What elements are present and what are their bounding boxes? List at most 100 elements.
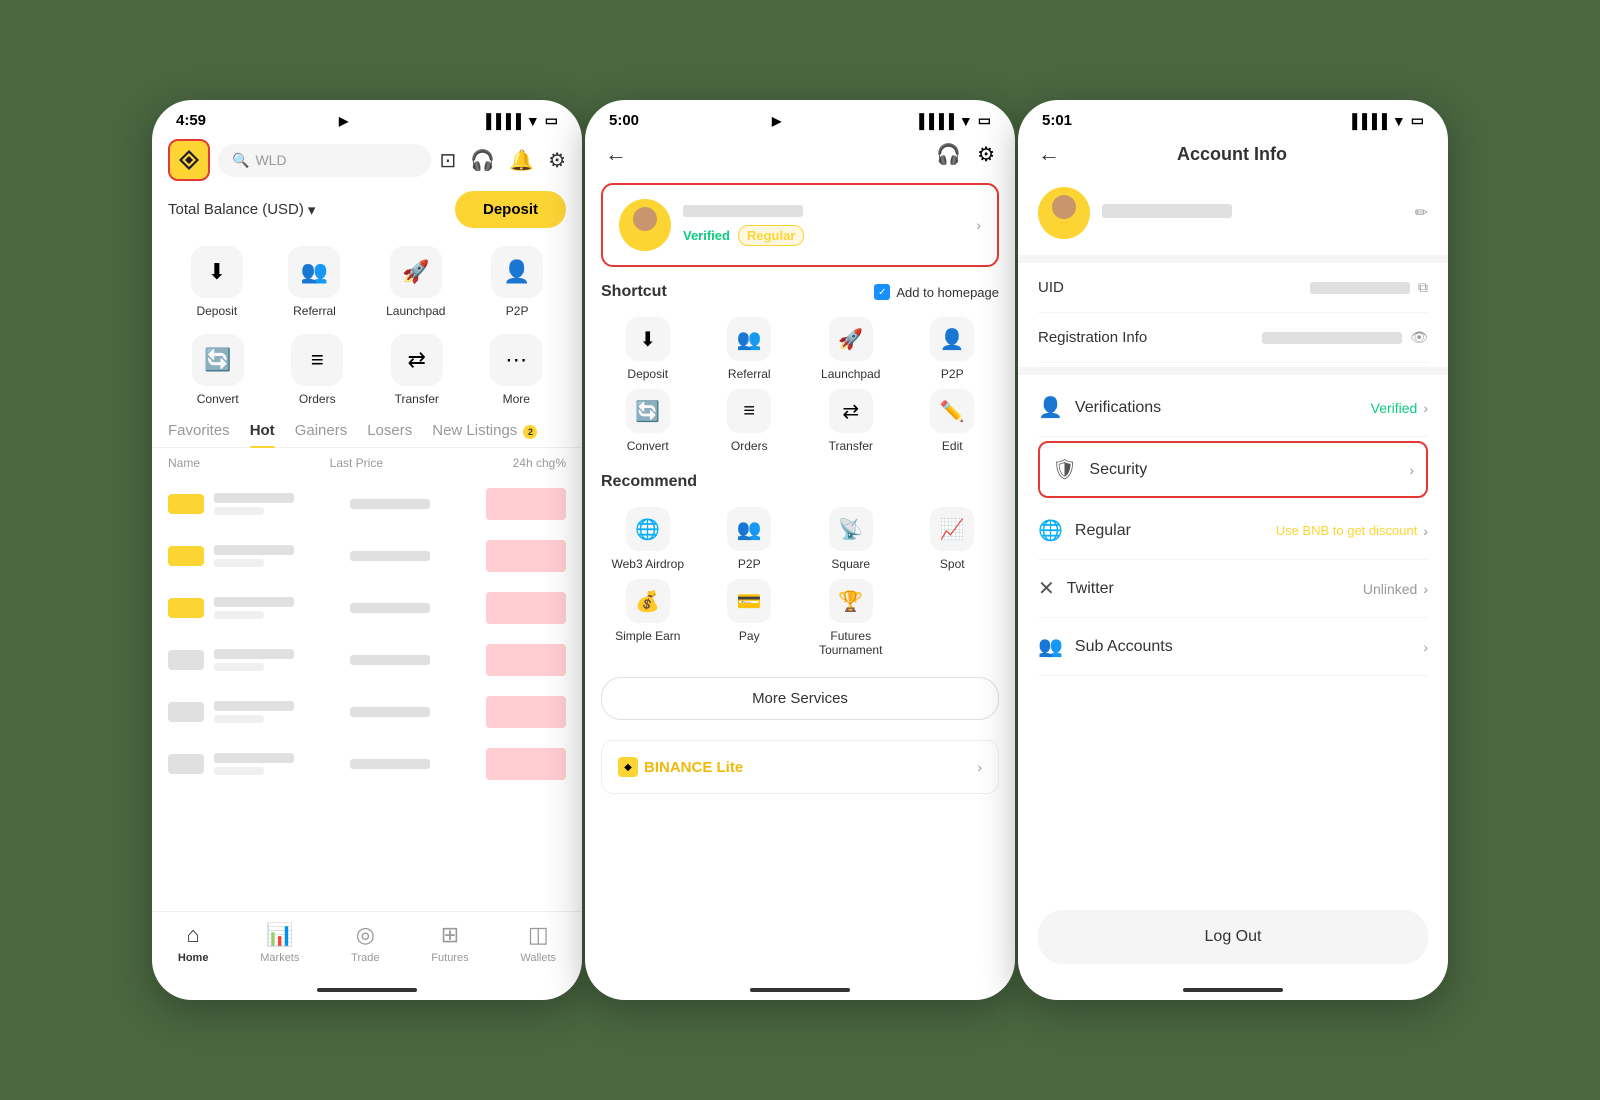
sub-accounts-icon: 👥 — [1038, 634, 1063, 659]
table-row[interactable] — [152, 738, 582, 790]
search-bar[interactable]: 🔍 WLD — [218, 144, 431, 177]
shortcut-referral[interactable]: 👥 Referral — [703, 317, 797, 381]
action-label-convert: Convert — [197, 392, 239, 406]
profile-section-highlighted[interactable]: Verified Regular › — [601, 183, 999, 267]
shortcut-referral-icon: 👥 — [727, 317, 771, 361]
eye-icon[interactable]: 👁 — [1410, 329, 1428, 346]
shortcut-p2p-icon: 👤 — [930, 317, 974, 361]
balance-label[interactable]: Total Balance (USD) ▾ — [168, 201, 315, 219]
checkbox-checked: ✓ — [874, 284, 890, 300]
change-badge-3 — [486, 592, 566, 624]
regular-item[interactable]: 🌐 Regular Use BNB to get discount › — [1038, 502, 1428, 560]
nav-trade[interactable]: ◎ Trade — [351, 922, 379, 964]
nav-futures[interactable]: ⊞ Futures — [431, 922, 468, 964]
twitter-left: ✕ Twitter — [1038, 576, 1114, 601]
table-row[interactable] — [152, 582, 582, 634]
action-convert[interactable]: 🔄 Convert — [192, 334, 244, 406]
tab-favorites[interactable]: Favorites — [168, 422, 230, 447]
headset-icon[interactable]: 🎧 — [470, 148, 495, 173]
tab-losers[interactable]: Losers — [367, 422, 412, 447]
add-homepage[interactable]: ✓ Add to homepage — [874, 284, 999, 300]
twitter-item[interactable]: ✕ Twitter Unlinked › — [1038, 560, 1428, 618]
shortcut-orders-icon: ≡ — [727, 389, 771, 433]
action-orders[interactable]: ≡ Orders — [291, 334, 343, 406]
binance-diamond-icon — [177, 148, 201, 172]
badge-verified: Verified — [683, 228, 730, 243]
settings-icon-2[interactable]: ⚙ — [977, 142, 995, 167]
chevron-regular: › — [1423, 523, 1428, 539]
nav-wallets[interactable]: ◫ Wallets — [520, 922, 556, 964]
shortcut-p2p[interactable]: 👤 P2P — [906, 317, 1000, 381]
recommend-earn[interactable]: 💰 Simple Earn — [601, 579, 695, 657]
action-p2p[interactable]: 👤 P2P — [491, 246, 543, 318]
binance-logo-inner — [176, 147, 202, 173]
back-button-3[interactable]: ← — [1038, 141, 1060, 167]
recommend-futures[interactable]: 🏆 Futures Tournament — [804, 579, 898, 657]
tab-new-listings[interactable]: New Listings 2 — [432, 422, 537, 447]
tab-gainers[interactable]: Gainers — [295, 422, 348, 447]
nav-markets[interactable]: 📊 Markets — [260, 922, 299, 964]
recommend-spot[interactable]: 📈 Spot — [906, 507, 1000, 571]
action-deposit[interactable]: ⬇ Deposit — [191, 246, 243, 318]
change-badge-5 — [486, 696, 566, 728]
p2p-icon: 👤 — [491, 246, 543, 298]
action-more[interactable]: ⋯ More — [490, 334, 542, 406]
avatar-head-2 — [633, 207, 657, 231]
binance-lite-bar[interactable]: ◆ BINANCE Lite › — [601, 740, 999, 794]
avatar-2 — [619, 199, 671, 251]
action-transfer[interactable]: ⇄ Transfer — [391, 334, 443, 406]
copy-icon[interactable]: ⧉ — [1418, 279, 1428, 296]
table-row[interactable] — [152, 686, 582, 738]
referral-icon: 👥 — [288, 246, 340, 298]
lite-suffix: Lite — [717, 759, 744, 776]
profile-text-3 — [1102, 204, 1403, 222]
settings-icon[interactable]: ⚙ — [548, 148, 566, 173]
bell-icon[interactable]: 🔔 — [509, 148, 534, 173]
action-referral[interactable]: 👥 Referral — [288, 246, 340, 318]
recommend-pay[interactable]: 💳 Pay — [703, 579, 797, 657]
futures-icon: ⊞ — [441, 922, 459, 948]
shortcut-deposit-icon: ⬇ — [626, 317, 670, 361]
table-row[interactable] — [152, 634, 582, 686]
sub-accounts-item[interactable]: 👥 Sub Accounts › — [1038, 618, 1428, 676]
shortcut-transfer[interactable]: ⇄ Transfer — [804, 389, 898, 453]
scan-icon[interactable]: ⊡ — [439, 148, 456, 173]
action-launchpad[interactable]: 🚀 Launchpad — [386, 246, 445, 318]
sub-accounts-right: › — [1423, 639, 1428, 655]
recommend-square[interactable]: 📡 Square — [804, 507, 898, 571]
time-2: 5:00 — [609, 112, 639, 129]
coin-sub-4 — [214, 663, 264, 671]
security-shield-icon: 🛡 — [1052, 457, 1077, 482]
headset-icon-2[interactable]: 🎧 — [936, 142, 961, 167]
binance-logo[interactable] — [168, 139, 210, 181]
trade-icon: ◎ — [356, 922, 375, 948]
deposit-button[interactable]: Deposit — [455, 191, 566, 228]
more-services-button[interactable]: More Services — [601, 677, 999, 720]
logout-button[interactable]: Log Out — [1038, 910, 1428, 964]
tab-hot[interactable]: Hot — [250, 422, 275, 447]
table-row[interactable] — [152, 530, 582, 582]
price-2 — [350, 551, 430, 561]
table-row[interactable] — [152, 478, 582, 530]
shortcut-launchpad[interactable]: 🚀 Launchpad — [804, 317, 898, 381]
coin-thumb-5 — [168, 702, 204, 722]
profile-name-3 — [1102, 204, 1232, 218]
recommend-p2p[interactable]: 👥 P2P — [703, 507, 797, 571]
security-item[interactable]: 🛡 Security › — [1040, 443, 1426, 496]
recommend-web3[interactable]: 🌐 Web3 Airdrop — [601, 507, 695, 571]
coin-sub-2 — [214, 559, 264, 567]
verifications-item[interactable]: 👤 Verifications Verified › — [1038, 379, 1428, 437]
shortcut-edit[interactable]: ✏️ Edit — [906, 389, 1000, 453]
nav-home[interactable]: ⌂ Home — [178, 922, 209, 964]
edit-icon-3[interactable]: ✏ — [1415, 203, 1428, 223]
shortcut-orders[interactable]: ≡ Orders — [703, 389, 797, 453]
back-button-2[interactable]: ← — [605, 141, 627, 167]
shortcut-deposit[interactable]: ⬇ Deposit — [601, 317, 695, 381]
regular-right: Use BNB to get discount › — [1276, 523, 1428, 539]
header-icons: ⊡ 🎧 🔔 ⚙ — [439, 148, 566, 173]
shortcut-convert[interactable]: 🔄 Convert — [601, 389, 695, 453]
action-label-deposit: Deposit — [196, 304, 237, 318]
reg-info-value — [1262, 332, 1402, 344]
price-3 — [350, 603, 430, 613]
verifications-value: Verified — [1371, 400, 1418, 416]
